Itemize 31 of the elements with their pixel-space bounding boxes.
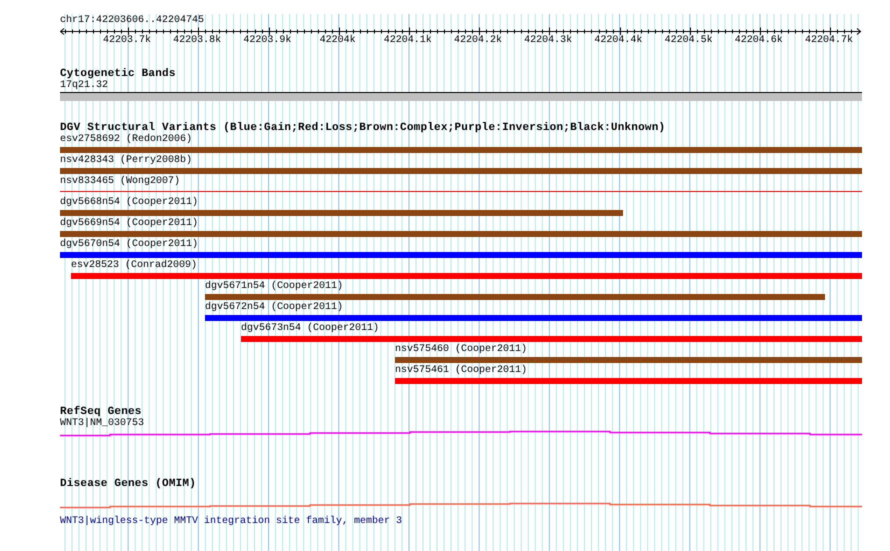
tick-label: 42204.4k [594, 35, 642, 47]
gene-label: WNT3|NM_030753 [60, 418, 146, 430]
tick-label: 42204.1k [384, 35, 432, 47]
band-label: 17q21.32 [60, 80, 110, 92]
gene-description: WNT3|wingless-type MMTV integration site family, member 3 [60, 516, 404, 528]
variant-label: nsv833465 (Wong2007) [60, 176, 180, 187]
variant-label: dgv5670n54 (Cooper2011) [60, 239, 198, 250]
tick-label: 42203.9k [243, 35, 292, 47]
tick-label: 42203.7k [103, 35, 151, 47]
track-title: Disease Genes (OMIM) [60, 478, 198, 490]
tick-label: 42204.5k [664, 35, 713, 47]
track-title: RefSeq Genes [60, 406, 142, 418]
tick-label: 42204.6k [734, 35, 783, 47]
variant-label: dgv5672n54 (Cooper2011) [205, 302, 344, 313]
tick-label: 42204.7k [805, 35, 853, 47]
ruler-title: chr17:42203606..42204745 [60, 15, 206, 27]
variant-label: nsv575460 (Cooper2011) [395, 344, 528, 355]
variant-label: esv28523 (Conrad2009) [71, 260, 198, 271]
variant-label: dgv5668n54 (Cooper2011) [60, 197, 198, 208]
tick-label: 42204.3k [524, 35, 572, 47]
track-title: Cytogenetic Bands [60, 68, 177, 80]
variant-label: nsv575461 (Cooper2011) [395, 365, 528, 376]
variant-label: dgv5671n54 (Cooper2011) [205, 281, 344, 292]
variant-label: nsv428343 (Perry2008b) [60, 155, 192, 166]
variant-label: dgv5669n54 (Cooper2011) [60, 218, 198, 229]
variant-label: esv2758692 (Redon2006) [60, 134, 192, 145]
tick-label: 42204.2k [454, 35, 502, 47]
tick-label: 42203.8k [173, 35, 222, 47]
track-title: DGV Structural Variants (Blue:Gain;Red:Loss;Brown:Complex;Purple:Inversion;Black:Unknown) [60, 122, 666, 134]
variant-label: dgv5673n54 (Cooper2011) [241, 323, 380, 334]
tick-label: 42204k [320, 35, 356, 47]
